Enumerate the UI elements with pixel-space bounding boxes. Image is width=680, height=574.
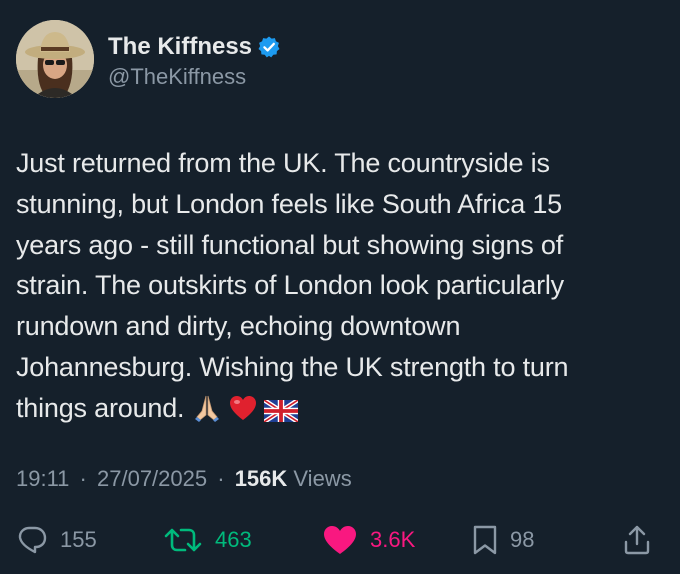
- retweet-count: 463: [215, 527, 252, 552]
- like-button[interactable]: 3.6K: [322, 520, 415, 560]
- emoji-group: [192, 393, 304, 435]
- tweet-line: rundown and dirty, echoing downtown: [16, 311, 461, 342]
- tweet-text: Just returned from the UK. The countrysi…: [16, 143, 656, 435]
- share-icon: [622, 524, 652, 556]
- tweet-line: Johannesburg. Wishing the UK strength to…: [16, 351, 569, 382]
- meta-separator: ·: [79, 466, 87, 491]
- meta-separator: ·: [217, 466, 225, 491]
- tweet-last-line: things around.: [16, 388, 656, 435]
- user-handle[interactable]: @TheKiffness: [108, 64, 246, 90]
- views-count[interactable]: 156K: [235, 466, 288, 491]
- tweet-line: Just returned from the UK. The countrysi…: [16, 148, 550, 178]
- share-button[interactable]: [622, 520, 652, 560]
- tweet-time[interactable]: 19:11: [16, 466, 69, 491]
- folded-hands-emoji: [192, 393, 222, 435]
- like-count: 3.6K: [370, 527, 416, 552]
- bookmark-icon: [472, 524, 498, 556]
- verified-badge-icon: [257, 35, 281, 59]
- tweet-meta: 19:11 · 27/07/2025 · 156K Views: [16, 466, 352, 492]
- tweet-line: years ago - still functional but showing…: [16, 229, 563, 260]
- red-heart-emoji: [228, 393, 258, 435]
- heart-icon: [322, 524, 358, 556]
- tweet-line-text: things around.: [16, 392, 185, 423]
- name-row: The Kiffness: [108, 32, 281, 62]
- action-bar: 155 463 3.6K 98: [0, 520, 680, 560]
- tweet-line: strain. The outskirts of London look par…: [16, 270, 564, 301]
- tweet-line: stunning, but London feels like South Af…: [16, 188, 562, 219]
- tweet-header: The Kiffness @TheKiffness: [16, 20, 656, 100]
- avatar-image: [16, 20, 94, 98]
- uk-flag-emoji: [263, 393, 300, 434]
- display-name[interactable]: The Kiffness: [108, 33, 252, 61]
- retweet-button[interactable]: 463: [163, 520, 252, 560]
- reply-count: 155: [60, 527, 97, 552]
- reply-icon: [16, 524, 48, 556]
- avatar[interactable]: [16, 20, 94, 98]
- bookmark-count: 98: [510, 527, 535, 552]
- reply-button[interactable]: 155: [16, 520, 97, 560]
- retweet-icon: [163, 524, 203, 556]
- tweet-date[interactable]: 27/07/2025: [97, 466, 207, 491]
- views-label: Views: [293, 466, 352, 491]
- bookmark-button[interactable]: 98: [472, 520, 534, 560]
